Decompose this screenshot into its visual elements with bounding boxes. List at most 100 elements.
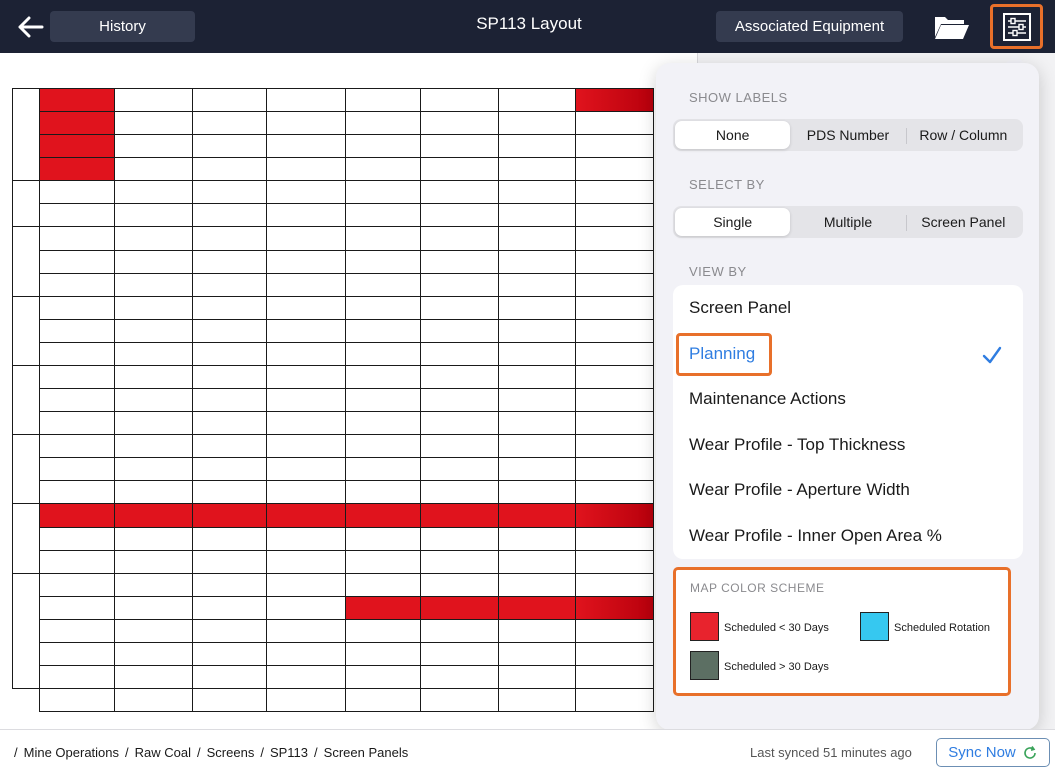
panel-cell[interactable] bbox=[39, 411, 115, 436]
panel-cell[interactable] bbox=[345, 618, 421, 643]
back-arrow-icon[interactable] bbox=[14, 10, 48, 44]
panel-cell[interactable] bbox=[420, 364, 499, 390]
breadcrumb-item[interactable]: Raw Coal bbox=[135, 745, 191, 760]
panel-cell[interactable] bbox=[39, 480, 115, 505]
panel-cell[interactable] bbox=[498, 203, 576, 228]
panel-cell[interactable] bbox=[192, 457, 267, 482]
panel-cell[interactable] bbox=[39, 388, 115, 413]
panel-cell[interactable] bbox=[192, 388, 267, 413]
panel-cell[interactable] bbox=[192, 226, 267, 251]
panel-cell-scheduled[interactable] bbox=[345, 503, 421, 528]
select-by-screen-panel[interactable]: Screen Panel bbox=[905, 208, 1021, 236]
panel-cell[interactable] bbox=[266, 203, 346, 228]
associated-equipment-button[interactable]: Associated Equipment bbox=[716, 11, 903, 42]
panel-cell[interactable] bbox=[266, 411, 346, 436]
panel-cell[interactable] bbox=[420, 457, 499, 482]
panel-cell-scheduled[interactable] bbox=[420, 503, 499, 528]
panel-cell[interactable] bbox=[345, 641, 421, 666]
panel-cell[interactable] bbox=[114, 434, 193, 459]
panel-cell[interactable] bbox=[420, 411, 499, 436]
panel-cell[interactable] bbox=[266, 295, 346, 320]
panel-cell-scheduled[interactable] bbox=[39, 157, 115, 182]
panel-cell-scheduled[interactable] bbox=[39, 111, 115, 136]
panel-cell[interactable] bbox=[192, 526, 267, 551]
panel-cell[interactable] bbox=[192, 618, 267, 643]
panel-cell[interactable] bbox=[39, 249, 115, 274]
panel-cell[interactable] bbox=[39, 318, 115, 343]
panel-cell-scheduled[interactable] bbox=[39, 503, 115, 528]
panel-cell[interactable] bbox=[114, 572, 193, 597]
panel-cell[interactable] bbox=[575, 434, 654, 459]
panel-cell[interactable] bbox=[266, 226, 346, 251]
panel-cell[interactable] bbox=[192, 180, 267, 205]
panel-cell[interactable] bbox=[39, 618, 115, 643]
panel-cell[interactable] bbox=[498, 388, 576, 413]
panel-cell[interactable] bbox=[39, 203, 115, 228]
panel-cell[interactable] bbox=[114, 388, 193, 413]
panel-cell[interactable] bbox=[114, 341, 193, 366]
panel-cell[interactable] bbox=[266, 549, 346, 574]
panel-cell[interactable] bbox=[345, 688, 421, 713]
panel-cell-scheduled[interactable] bbox=[498, 595, 576, 620]
panel-cell[interactable] bbox=[420, 249, 499, 274]
panel-cell[interactable] bbox=[266, 618, 346, 643]
panel-cell[interactable] bbox=[575, 295, 654, 320]
panel-cell[interactable] bbox=[114, 88, 193, 113]
panel-cell[interactable] bbox=[575, 526, 654, 551]
panel-cell[interactable] bbox=[39, 295, 115, 320]
panel-cell[interactable] bbox=[39, 180, 115, 205]
panel-cell[interactable] bbox=[192, 595, 267, 620]
panel-cell[interactable] bbox=[575, 618, 654, 643]
breadcrumb-item[interactable]: SP113 bbox=[270, 745, 308, 760]
panel-cell[interactable] bbox=[39, 341, 115, 366]
panel-cell[interactable] bbox=[266, 272, 346, 297]
breadcrumb-item[interactable]: Screen Panels bbox=[324, 745, 409, 760]
panel-cell[interactable] bbox=[266, 457, 346, 482]
panel-cell[interactable] bbox=[114, 272, 193, 297]
panel-cell[interactable] bbox=[345, 272, 421, 297]
panel-cell[interactable] bbox=[575, 157, 654, 182]
panel-cell[interactable] bbox=[575, 180, 654, 205]
panel-cell[interactable] bbox=[420, 665, 499, 690]
panel-cell[interactable] bbox=[420, 203, 499, 228]
panel-cell[interactable] bbox=[192, 480, 267, 505]
panel-group-cell[interactable] bbox=[12, 572, 40, 690]
panel-cell[interactable] bbox=[39, 688, 115, 713]
view-by-planning[interactable]: Planning bbox=[689, 336, 1009, 372]
panel-group-cell[interactable] bbox=[12, 503, 40, 574]
panel-cell-scheduled[interactable] bbox=[345, 595, 421, 620]
panel-cell[interactable] bbox=[420, 88, 499, 113]
panel-cell[interactable] bbox=[114, 526, 193, 551]
panel-cell[interactable] bbox=[266, 134, 346, 159]
panel-cell[interactable] bbox=[420, 318, 499, 343]
panel-cell[interactable] bbox=[498, 549, 576, 574]
panel-group-cell[interactable] bbox=[12, 180, 40, 228]
panel-cell[interactable] bbox=[498, 480, 576, 505]
panel-cell[interactable] bbox=[420, 157, 499, 182]
panel-cell[interactable] bbox=[498, 665, 576, 690]
panel-cell[interactable] bbox=[420, 480, 499, 505]
panel-cell[interactable] bbox=[192, 341, 267, 366]
panel-cell[interactable] bbox=[498, 572, 576, 597]
show-labels-pds-number[interactable]: PDS Number bbox=[790, 121, 905, 149]
panel-cell[interactable] bbox=[345, 411, 421, 436]
panel-cell[interactable] bbox=[420, 388, 499, 413]
panel-cell[interactable] bbox=[575, 411, 654, 436]
panel-cell[interactable] bbox=[498, 641, 576, 666]
panel-cell[interactable] bbox=[114, 249, 193, 274]
panel-cell[interactable] bbox=[39, 572, 115, 597]
panel-group-cell[interactable] bbox=[12, 295, 40, 366]
panel-group-cell[interactable] bbox=[12, 364, 40, 436]
panel-cell[interactable] bbox=[39, 364, 115, 390]
panel-cell[interactable] bbox=[39, 665, 115, 690]
panel-cell[interactable] bbox=[114, 688, 193, 713]
panel-cell[interactable] bbox=[345, 480, 421, 505]
panel-cell[interactable] bbox=[420, 618, 499, 643]
panel-cell[interactable] bbox=[39, 595, 115, 620]
panel-cell[interactable] bbox=[498, 157, 576, 182]
panel-cell[interactable] bbox=[266, 111, 346, 136]
panel-cell[interactable] bbox=[498, 618, 576, 643]
view-by-wear-inner-open-area[interactable]: Wear Profile - Inner Open Area % bbox=[689, 518, 1009, 554]
panel-cell[interactable] bbox=[575, 480, 654, 505]
panel-cell[interactable] bbox=[114, 480, 193, 505]
